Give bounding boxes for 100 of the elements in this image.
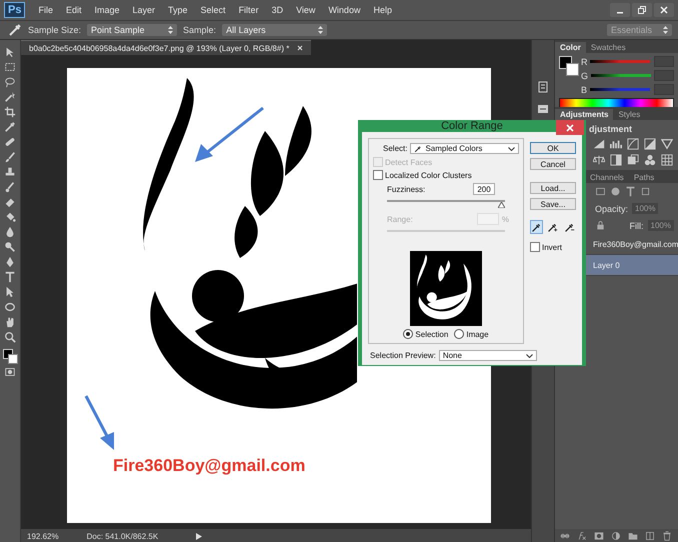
brush-icon[interactable] [4,151,16,163]
half-square-icon[interactable] [610,154,622,166]
menu-item[interactable]: Layer [132,5,156,15]
history-icon[interactable] [536,80,550,94]
panel-tab[interactable]: Styles [613,109,646,120]
menu-item[interactable]: Select [200,5,226,15]
checkbox-label: Detect Faces [385,158,432,166]
expand-arrow-icon[interactable] [196,532,202,540]
hand-icon[interactable] [4,316,16,328]
close-icon[interactable] [297,45,304,51]
select-dropdown[interactable]: Sampled Colors [410,143,519,154]
trash-icon[interactable] [662,531,672,541]
shape-filter-icon[interactable] [640,186,651,197]
radio-button[interactable] [454,329,464,339]
color-swatch-icon[interactable] [3,349,17,363]
sample-size-dropdown[interactable]: Point Sample [87,24,178,36]
folder-icon[interactable] [628,531,638,541]
dialog-button[interactable]: OK [530,142,576,154]
move-arrow-icon[interactable] [4,46,16,58]
balance-icon[interactable] [593,154,605,166]
wand-icon[interactable] [4,91,16,103]
marquee-icon[interactable] [4,61,16,73]
quick-mask-icon[interactable] [4,366,16,378]
eraser-icon[interactable] [4,196,16,208]
checkbox[interactable] [373,170,383,180]
eyedropper-icon[interactable] [8,23,22,37]
menu-item[interactable]: Edit [66,5,82,15]
foreground-background-swatch[interactable] [559,56,577,76]
bucket-icon[interactable] [4,211,16,223]
fuzziness-slider[interactable] [387,199,505,208]
opacity-field[interactable]: 100% [632,203,658,214]
close-button[interactable] [556,120,584,135]
eyedropper-icon[interactable] [4,121,16,133]
type-filter-icon[interactable] [625,186,636,197]
text-icon[interactable] [4,271,16,283]
history-brush-icon[interactable] [4,181,16,193]
image-filter-icon[interactable] [595,186,606,197]
selection-preview-dropdown[interactable]: None [438,350,537,361]
zoom-level: 192.62% [27,532,59,540]
mixer-icon[interactable] [644,154,656,166]
half-circle-icon[interactable] [611,531,621,541]
ellipse-icon[interactable] [4,301,16,313]
brush-settings-icon[interactable] [536,102,550,116]
minimize-button[interactable] [610,3,630,17]
droplet-icon[interactable] [4,226,16,238]
radio-label: Selection [415,330,448,338]
dialog-button[interactable]: Load... [530,182,576,194]
brightness-icon[interactable] [593,138,605,150]
crop-icon[interactable] [4,106,16,118]
photo-filter-icon[interactable] [627,154,639,166]
channel-value-field[interactable] [654,56,674,67]
pen-icon[interactable] [4,256,16,268]
lock-icon[interactable] [595,220,606,231]
circle-filter-icon[interactable] [610,186,621,197]
menu-item[interactable]: Image [94,5,120,15]
panel-tab[interactable]: Swatches [586,42,631,53]
zoom-icon[interactable] [4,331,16,343]
channel-slider[interactable] [590,88,650,91]
dialog-button[interactable]: Cancel [530,158,576,170]
radio-button[interactable] [403,329,414,339]
close-button[interactable] [654,3,674,17]
link-icon[interactable] [560,531,570,541]
mask-icon[interactable] [594,531,604,541]
menu-item[interactable]: Help [373,5,392,15]
panel-tab[interactable]: Channels [585,172,629,183]
menu-item[interactable]: Window [328,5,360,15]
grid-icon[interactable] [661,154,673,166]
menu-item[interactable]: 3D [272,5,284,15]
panel-tab[interactable]: Color [555,42,586,53]
exposure-icon[interactable] [644,138,656,150]
path-arrow-icon[interactable] [4,286,16,298]
lasso-icon[interactable] [4,76,16,88]
menu-item[interactable]: File [38,5,53,15]
fx-icon[interactable] [577,531,587,541]
dialog-button[interactable]: Save... [530,198,576,210]
stamp-icon[interactable] [4,166,16,178]
panel-tab[interactable]: Adjustments [555,109,614,120]
caret-icon [508,146,515,150]
checkbox[interactable] [530,242,540,252]
dodge-icon[interactable] [4,241,16,253]
channel-value-field[interactable] [654,84,674,95]
panel-tab[interactable]: Paths [628,172,660,183]
triangle-icon[interactable] [661,138,673,150]
slider-thumb[interactable] [498,202,505,208]
color-spectrum[interactable] [559,98,674,108]
menu-item[interactable]: View [296,5,316,15]
new-layer-icon[interactable] [645,531,655,541]
restore-button[interactable] [632,3,652,17]
document-tab[interactable]: b0a0c2be5c404b06958a4da4d6e0f3e7.png @ 193% (Layer 0, RGB/8#) * [21,40,312,55]
sample-dropdown[interactable]: All Layers [222,24,328,36]
fuzziness-field[interactable]: 200 [473,183,495,195]
channel-value-field[interactable] [654,70,674,81]
levels-icon[interactable] [610,138,622,150]
menu-item[interactable]: Filter [238,5,259,15]
channel-slider[interactable] [590,60,650,63]
fill-field[interactable]: 100% [648,220,674,231]
curves-icon[interactable] [627,138,639,150]
eyedropper-button[interactable] [530,220,544,234]
channel-slider[interactable] [591,74,651,77]
menu-item[interactable]: Type [168,5,188,15]
